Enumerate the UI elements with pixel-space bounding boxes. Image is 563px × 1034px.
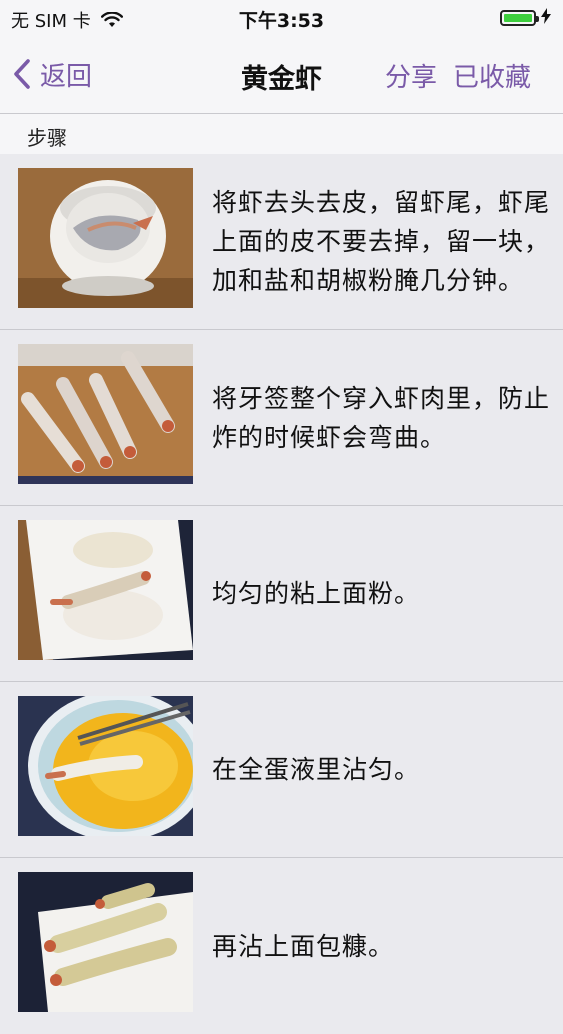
- back-label: 返回: [40, 61, 93, 92]
- shrimp-in-breadcrumbs-image: [18, 872, 193, 1012]
- step-text-label: 将虾去头去皮，留虾尾，虾尾上面的皮不要去掉，留一块，加和盐和胡椒粉腌几分钟。: [212, 188, 551, 295]
- shrimp-on-board-image: [18, 344, 193, 484]
- step-row[interactable]: 再沾上面包糠。: [0, 858, 563, 1034]
- step-image: [18, 344, 193, 484]
- battery-icon: [500, 10, 539, 26]
- step-row[interactable]: 均匀的粘上面粉。: [0, 506, 563, 682]
- step-text: 在全蛋液里沾匀。: [212, 682, 551, 857]
- step-row[interactable]: 在全蛋液里沾匀。: [0, 682, 563, 858]
- step-text: 均匀的粘上面粉。: [212, 506, 551, 681]
- step-image: [18, 520, 193, 660]
- battery-tip: [536, 16, 539, 22]
- step-list: 将虾去头去皮，留虾尾，虾尾上面的皮不要去掉，留一块，加和盐和胡椒粉腌几分钟。 将…: [0, 154, 563, 1034]
- shrimp-in-bowl-image: [18, 168, 193, 308]
- back-button[interactable]: 返回: [12, 54, 92, 94]
- step-row[interactable]: 将虾去头去皮，留虾尾，虾尾上面的皮不要去掉，留一块，加和盐和胡椒粉腌几分钟。: [0, 154, 563, 330]
- step-image: [18, 696, 193, 836]
- share-button[interactable]: 分享: [385, 57, 437, 94]
- step-text-label: 将牙签整个穿入虾肉里，防止炸的时候虾会弯曲。: [212, 383, 551, 452]
- step-row[interactable]: 将牙签整个穿入虾肉里，防止炸的时候虾会弯曲。: [0, 330, 563, 506]
- chevron-left-icon: [12, 58, 32, 90]
- step-text: 将虾去头去皮，留虾尾，虾尾上面的皮不要去掉，留一块，加和盐和胡椒粉腌几分钟。: [212, 154, 551, 329]
- charging-bolt-icon: [541, 8, 551, 28]
- status-right: [500, 8, 551, 28]
- nav-bar: 返回 黄金虾 分享 已收藏: [0, 36, 563, 114]
- nav-actions: 分享 已收藏: [385, 57, 531, 94]
- step-image: [18, 168, 193, 308]
- section-header: 步骤: [0, 114, 563, 154]
- section-title: 步骤: [27, 126, 67, 150]
- step-text-label: 均匀的粘上面粉。: [212, 579, 421, 608]
- status-time: 下午3:53: [238, 10, 325, 32]
- step-text-label: 在全蛋液里沾匀。: [212, 755, 421, 784]
- status-bar: 无 SIM 卡 下午3:53: [0, 0, 563, 36]
- step-image: [18, 872, 193, 1012]
- shrimp-in-egg-image: [18, 696, 193, 836]
- step-text-label: 再沾上面包糠。: [212, 931, 395, 961]
- shrimp-in-flour-image: [18, 520, 193, 660]
- step-text: 将牙签整个穿入虾肉里，防止炸的时候虾会弯曲。: [212, 330, 551, 505]
- favorite-button[interactable]: 已收藏: [453, 57, 531, 94]
- battery-fill: [504, 14, 532, 22]
- step-text: 再沾上面包糠。: [212, 858, 551, 1034]
